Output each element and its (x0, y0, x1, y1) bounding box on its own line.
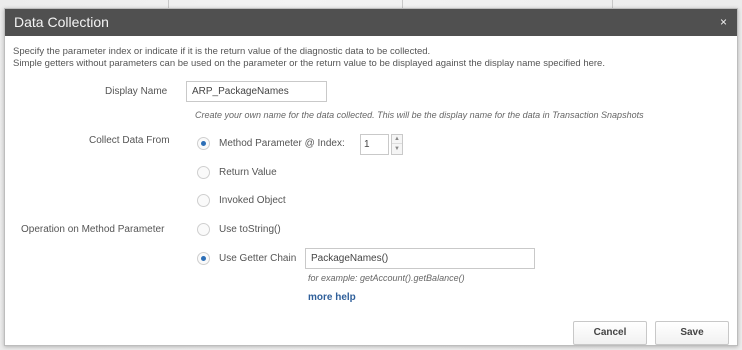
display-name-label: Display Name (105, 86, 168, 97)
close-icon[interactable]: × (720, 15, 727, 29)
cancel-button[interactable]: Cancel (573, 321, 647, 345)
getter-chain-input[interactable]: PackageNames() (305, 248, 535, 269)
radio-return-value[interactable] (197, 166, 210, 179)
radio-use-tostring[interactable] (197, 223, 210, 236)
background-divider (168, 0, 169, 8)
background-divider (402, 0, 403, 8)
background-divider (612, 0, 613, 8)
radio-method-parameter[interactable] (197, 137, 210, 150)
index-spinner[interactable]: ▲ ▼ (391, 134, 403, 155)
return-value-label: Return Value (219, 167, 277, 178)
dialog-title: Data Collection (14, 14, 109, 30)
display-name-input[interactable]: ARP_PackageNames (186, 81, 327, 102)
spin-down-icon[interactable]: ▼ (392, 145, 402, 154)
description-line-1: Specify the parameter index or indicate … (13, 46, 431, 57)
radio-invoked-object[interactable] (197, 194, 210, 207)
more-help-link[interactable]: more help (308, 292, 356, 303)
method-parameter-label: Method Parameter @ Index: (219, 138, 345, 149)
getter-chain-example: for example: getAccount().getBalance() (308, 273, 465, 283)
data-collection-dialog: Data Collection × Specify the parameter … (4, 8, 738, 346)
parameter-index-input[interactable]: 1 (360, 134, 389, 155)
save-button[interactable]: Save (655, 321, 729, 345)
dialog-titlebar: Data Collection × (5, 9, 737, 36)
description-line-2: Simple getters without parameters can be… (13, 58, 605, 69)
collect-data-from-label: Collect Data From (89, 135, 170, 146)
radio-use-getter-chain[interactable] (197, 252, 210, 265)
operation-label: Operation on Method Parameter (21, 224, 165, 235)
use-getter-chain-label: Use Getter Chain (219, 253, 297, 264)
display-name-hint: Create your own name for the data collec… (195, 110, 644, 120)
use-tostring-label: Use toString() (219, 224, 281, 235)
invoked-object-label: Invoked Object (219, 195, 286, 206)
spin-up-icon[interactable]: ▲ (392, 135, 402, 144)
